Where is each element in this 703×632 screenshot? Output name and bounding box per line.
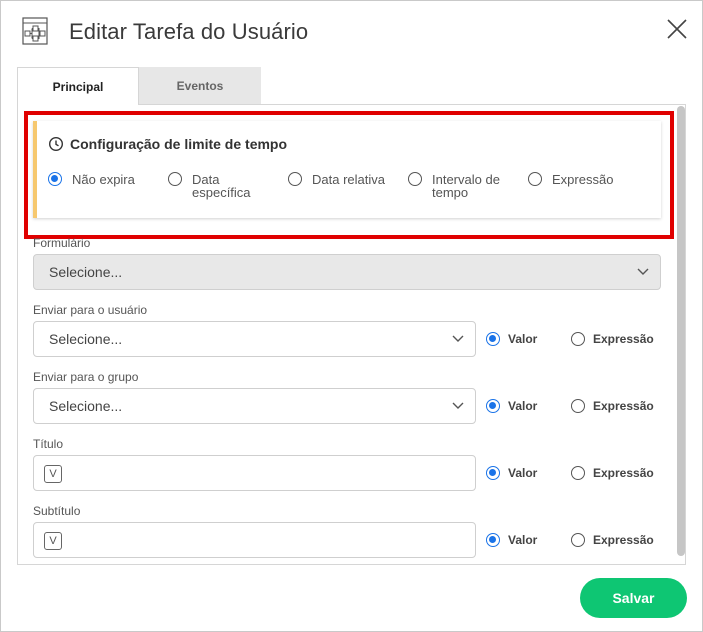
chevron-down-icon bbox=[637, 268, 649, 275]
option-label: Data relativa bbox=[312, 172, 385, 187]
radio-titulo-expressao[interactable] bbox=[571, 466, 585, 480]
radio-expressao[interactable] bbox=[528, 172, 542, 186]
titulo-input[interactable]: V bbox=[33, 455, 476, 491]
value-type-badge[interactable]: V bbox=[44, 465, 62, 483]
expressao-label: Expressão bbox=[593, 399, 654, 413]
valor-label: Valor bbox=[508, 399, 538, 413]
subtitulo-input[interactable]: V bbox=[33, 522, 476, 558]
select-value: Selecione... bbox=[49, 331, 123, 347]
expressao-label: Expressão bbox=[593, 533, 654, 547]
dialog-title: Editar Tarefa do Usuário bbox=[69, 19, 309, 44]
radio-usuario-expressao[interactable] bbox=[571, 332, 585, 346]
value-type-badge[interactable]: V bbox=[44, 532, 62, 550]
subtitulo-label: Subtítulo bbox=[33, 504, 81, 518]
select-value: Selecione... bbox=[49, 264, 123, 280]
option-label: Não expira bbox=[72, 172, 135, 187]
tab-principal[interactable]: Principal bbox=[17, 67, 139, 105]
titulo-label: Título bbox=[33, 437, 64, 451]
valor-label: Valor bbox=[508, 533, 538, 547]
radio-titulo-valor[interactable] bbox=[486, 466, 500, 480]
usuario-select[interactable]: Selecione... bbox=[33, 321, 476, 357]
usuario-label: Enviar para o usuário bbox=[33, 303, 148, 317]
valor-label: Valor bbox=[508, 466, 538, 480]
select-value: Selecione... bbox=[49, 398, 123, 414]
option-label: Intervalo de tempo bbox=[432, 172, 500, 200]
workflow-icon bbox=[22, 17, 48, 45]
chevron-down-icon bbox=[452, 335, 464, 342]
radio-subtitulo-valor[interactable] bbox=[486, 533, 500, 547]
grupo-label: Enviar para o grupo bbox=[33, 370, 139, 384]
tab-eventos[interactable]: Eventos bbox=[139, 67, 261, 104]
formulario-select[interactable]: Selecione... bbox=[33, 254, 661, 290]
radio-grupo-expressao[interactable] bbox=[571, 399, 585, 413]
scrollbar[interactable] bbox=[677, 106, 685, 556]
option-label: Expressão bbox=[552, 172, 614, 187]
clock-icon bbox=[48, 136, 64, 152]
option-label: Data específica bbox=[192, 172, 251, 200]
valor-label: Valor bbox=[508, 332, 538, 346]
formulario-label: Formulário bbox=[33, 236, 91, 250]
radio-data-relativa[interactable] bbox=[288, 172, 302, 186]
expressao-label: Expressão bbox=[593, 332, 654, 346]
save-button[interactable]: Salvar bbox=[580, 578, 687, 618]
chevron-down-icon bbox=[452, 402, 464, 409]
radio-usuario-valor[interactable] bbox=[486, 332, 500, 346]
radio-grupo-valor[interactable] bbox=[486, 399, 500, 413]
radio-intervalo-tempo[interactable] bbox=[408, 172, 422, 186]
radio-data-especifica[interactable] bbox=[168, 172, 182, 186]
close-icon[interactable] bbox=[664, 16, 690, 42]
grupo-select[interactable]: Selecione... bbox=[33, 388, 476, 424]
time-limit-title: Configuração de limite de tempo bbox=[70, 136, 288, 152]
radio-nao-expira[interactable] bbox=[48, 172, 62, 186]
radio-subtitulo-expressao[interactable] bbox=[571, 533, 585, 547]
expressao-label: Expressão bbox=[593, 466, 654, 480]
